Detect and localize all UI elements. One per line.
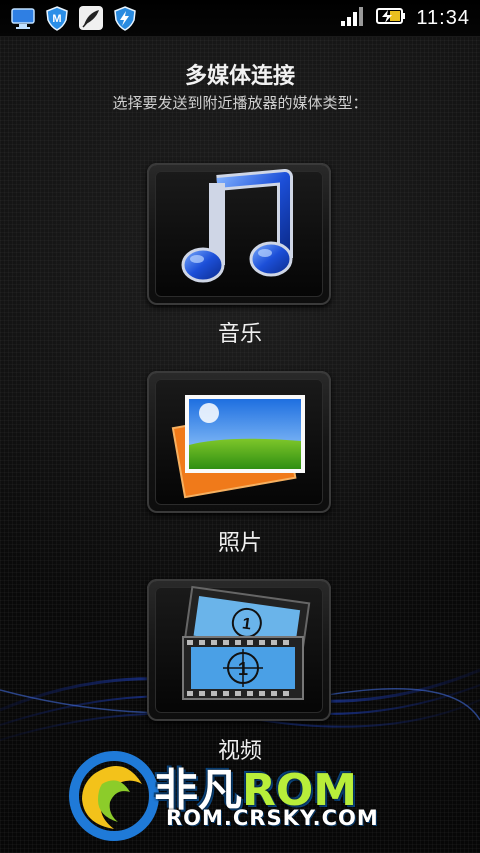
svg-text:M: M [52,13,61,25]
watermark-swirl-icon [69,751,159,841]
clock-time: 11:34 [416,6,470,29]
feather-icon [78,5,104,31]
signal-icon [340,5,366,31]
shield-m-icon: M [44,5,70,31]
video-button[interactable]: 1 1 [147,579,331,721]
page-title: 多媒体连接 [184,64,295,89]
music-button[interactable] [147,163,331,305]
lightning-shield-icon [112,5,138,31]
photos-label: 照片 [217,531,262,556]
svg-text:1: 1 [238,659,248,679]
photos-icon [171,395,305,499]
photos-button[interactable] [147,371,331,513]
watermark-url: ROM.CRSKY.COM [166,806,379,830]
music-label: 音乐 [217,322,262,347]
watermark-logo: 非凡ROM ROM.CRSKY.COM [64,744,424,844]
music-note-icon [181,169,293,283]
battery-charging-icon [376,6,406,30]
page-subtitle: 选择要发送到附近播放器的媒体类型： [112,94,368,112]
status-bar: M 11:34 [0,0,480,37]
media-connect-screen: M 11:34 多媒体连接 选择要发送到附近播放器的媒体类型： 音乐 照片 1 … [0,0,480,853]
film-strip-icon: 1 1 [182,585,311,700]
monitor-icon [10,5,36,31]
